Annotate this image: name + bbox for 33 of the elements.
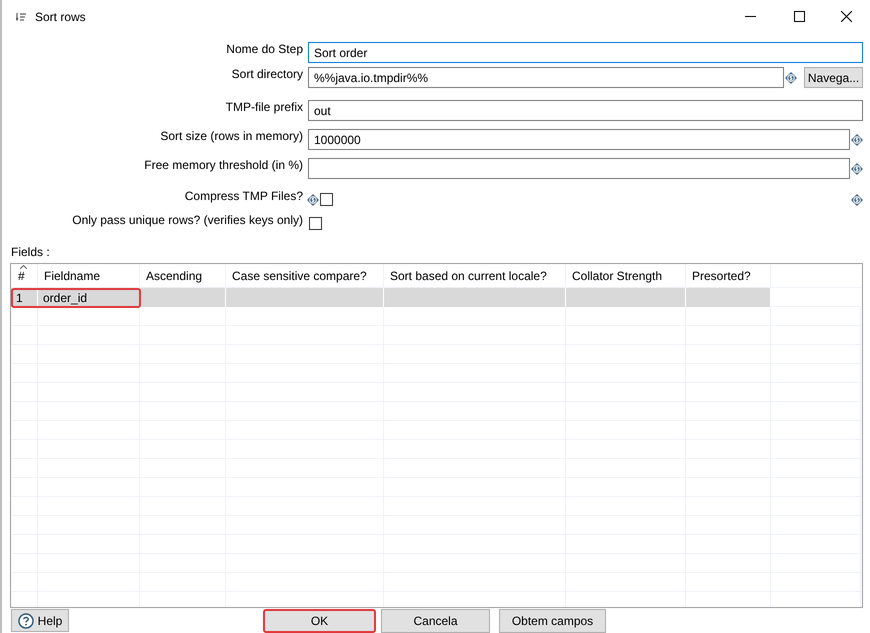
checkbox[interactable] — [309, 217, 322, 230]
help-button[interactable]: Help — [11, 609, 69, 632]
text-field[interactable]: out — [308, 100, 863, 121]
field-label: Sort directory — [230, 67, 303, 81]
text-field[interactable] — [308, 158, 850, 179]
field-label: Free memory threshold (in %) — [143, 158, 303, 172]
column-header[interactable]: # — [18, 269, 25, 283]
text-field[interactable]: Sort order — [308, 42, 863, 63]
column-header[interactable]: Presorted? — [692, 269, 751, 283]
fields-label: Fields : — [11, 246, 51, 258]
column-header[interactable]: Ascending — [146, 269, 202, 283]
dialog-button[interactable]: Obtem campos — [499, 608, 606, 633]
text-field[interactable]: 1000000 — [308, 129, 850, 150]
text-field[interactable]: %%java.io.tmpdir%% — [308, 67, 784, 88]
maximize-icon[interactable] — [794, 11, 805, 22]
column-header[interactable]: Case sensitive compare? — [232, 269, 367, 283]
field-label: Nome do Step — [225, 42, 303, 56]
column-header[interactable]: Fieldname — [44, 269, 100, 283]
help-icon — [18, 612, 34, 629]
field-label: Compress TMP Files? — [184, 189, 303, 203]
sort-caret-icon — [20, 265, 27, 269]
field-label: Sort size (rows in memory) — [159, 129, 303, 143]
field-label: Only pass unique rows? (verifies keys only) — [71, 213, 303, 227]
field-label: TMP-file prefix — [224, 100, 303, 114]
checkbox[interactable] — [320, 193, 333, 206]
sort-icon — [16, 12, 26, 22]
browse-button[interactable]: Navega... — [804, 67, 863, 88]
dialog-button[interactable]: OK — [263, 608, 376, 633]
column-header[interactable]: Collator Strength — [572, 269, 662, 283]
dialog-button[interactable]: Cancela — [381, 608, 490, 633]
column-header[interactable]: Sort based on current locale? — [390, 269, 547, 283]
window-title: Sort rows — [35, 8, 86, 26]
close-icon[interactable] — [841, 11, 852, 22]
